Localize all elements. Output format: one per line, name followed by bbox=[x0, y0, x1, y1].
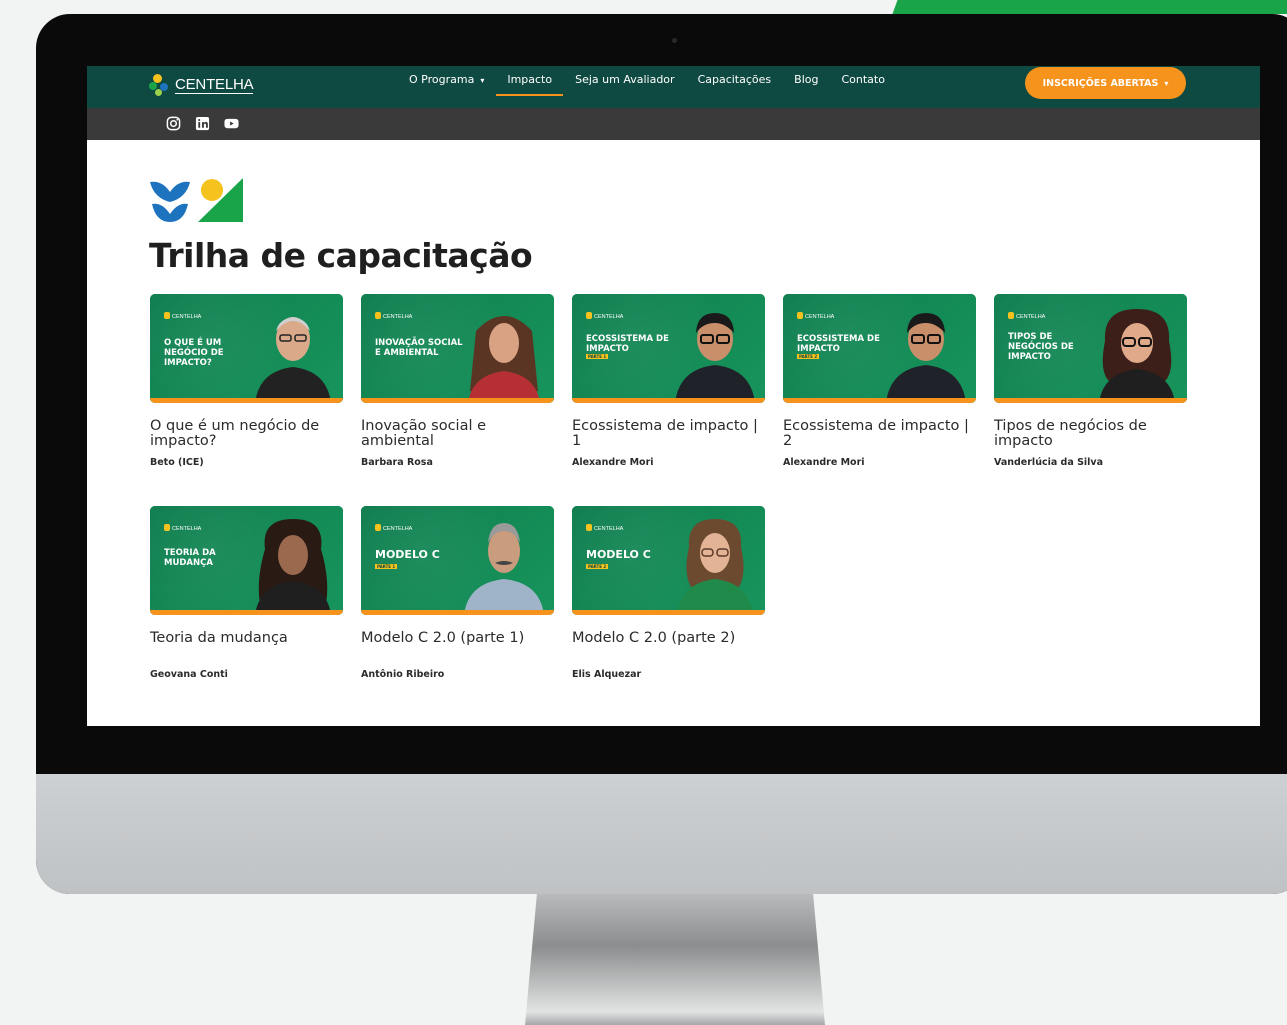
nav-item-capacitacoes[interactable]: Capacitações bbox=[698, 66, 772, 108]
brand-mark-icon bbox=[150, 178, 243, 222]
course-card[interactable]: CENTELHA MODELO C PARTE 1 Modelo C 2.0 (… bbox=[361, 506, 554, 680]
presenter-photo bbox=[886, 313, 966, 403]
course-thumbnail[interactable]: CENTELHA TEORIA DA MUDANÇA bbox=[150, 506, 343, 615]
centelha-logo-icon bbox=[149, 72, 171, 98]
course-title[interactable]: O que é um negócio de impacto? bbox=[150, 419, 343, 449]
course-title[interactable]: Teoria da mudança bbox=[150, 631, 343, 661]
course-thumbnail[interactable]: CENTELHA O QUE É UM NEGÓCIO DE IMPACTO? bbox=[150, 294, 343, 403]
monitor-chin bbox=[36, 774, 1287, 894]
thumbnail-logo: CENTELHA bbox=[586, 524, 623, 532]
presenter-photo bbox=[468, 316, 540, 403]
course-thumbnail[interactable]: CENTELHA MODELO C PARTE 2 bbox=[572, 506, 765, 615]
thumbnail-title: TIPOS DE NEGÓCIOS DE IMPACTO bbox=[1008, 332, 1074, 362]
course-thumbnail[interactable]: CENTELHA MODELO C PARTE 1 bbox=[361, 506, 554, 615]
course-title[interactable]: Modelo C 2.0 (parte 2) bbox=[572, 631, 765, 661]
camera-dot bbox=[672, 38, 677, 43]
presenter-photo bbox=[255, 317, 331, 403]
course-thumbnail[interactable]: CENTELHA ECOSSISTEMA DE IMPACTO PARTE 1 bbox=[572, 294, 765, 403]
nav-item-seja-um-avaliador[interactable]: Seja um Avaliador bbox=[575, 66, 674, 108]
thumbnail-logo: CENTELHA bbox=[375, 312, 412, 320]
thumbnail-title: MODELO C bbox=[375, 548, 440, 561]
website-screen: CENTELHA O Programa ▾ Impacto Seja um Ava… bbox=[87, 66, 1260, 726]
course-card[interactable]: CENTELHA ECOSSISTEMA DE IMPACTO PARTE 1 … bbox=[572, 294, 765, 468]
thumbnail-title: INOVAÇÃO SOCIAL E AMBIENTAL bbox=[375, 338, 463, 358]
presenter-photo bbox=[677, 519, 753, 615]
thumbnail-title: ECOSSISTEMA DE IMPACTO bbox=[797, 334, 880, 354]
thumbnail-title: O QUE É UM NEGÓCIO DE IMPACTO? bbox=[164, 338, 224, 368]
thumbnail-logo: CENTELHA bbox=[164, 524, 201, 532]
thumbnail-title: ECOSSISTEMA DE IMPACTO bbox=[586, 334, 669, 354]
thumbnail-title: MODELO C bbox=[586, 548, 651, 561]
page-title: Trilha de capacitação bbox=[149, 236, 533, 275]
course-title[interactable]: Ecossistema de impacto | 2 bbox=[783, 419, 976, 449]
course-card[interactable]: CENTELHA ECOSSISTEMA DE IMPACTO PARTE 2 … bbox=[783, 294, 976, 468]
thumbnail-logo: CENTELHA bbox=[164, 312, 201, 320]
thumbnail-title: TEORIA DA MUDANÇA bbox=[164, 548, 216, 568]
nav-item-impacto[interactable]: Impacto bbox=[496, 66, 563, 108]
course-card[interactable]: CENTELHA TIPOS DE NEGÓCIOS DE IMPACTO Ti… bbox=[994, 294, 1187, 468]
presenter-photo bbox=[1099, 309, 1175, 403]
presenter-photo bbox=[255, 519, 331, 615]
course-author: Elis Alquezar bbox=[572, 669, 642, 680]
instagram-icon[interactable] bbox=[165, 116, 182, 131]
nav-item-blog[interactable]: Blog bbox=[794, 66, 818, 108]
centelha-logo-text: CENTELHA bbox=[175, 75, 254, 94]
nav-item-contato[interactable]: Contato bbox=[841, 66, 884, 108]
social-bar bbox=[87, 108, 1260, 140]
thumbnail-part-tag: PARTE 2 bbox=[797, 354, 820, 359]
chevron-down-icon: ▾ bbox=[480, 76, 485, 85]
thumbnail-logo: CENTELHA bbox=[1008, 312, 1045, 320]
course-author: Vanderlúcia da Silva bbox=[994, 457, 1104, 468]
thumbnail-logo: CENTELHA bbox=[586, 312, 623, 320]
presenter-photo bbox=[675, 313, 755, 403]
course-card[interactable]: CENTELHA O QUE É UM NEGÓCIO DE IMPACTO? … bbox=[150, 294, 343, 468]
course-title[interactable]: Tipos de negócios de impacto bbox=[994, 419, 1187, 449]
monitor-stand bbox=[525, 893, 825, 1025]
cta-label: INSCRIÇÕES ABERTAS bbox=[1042, 77, 1159, 89]
youtube-icon[interactable] bbox=[223, 116, 240, 131]
thumbnail-part-tag: PARTE 2 bbox=[586, 564, 609, 569]
monitor-frame: CENTELHA O Programa ▾ Impacto Seja um Ava… bbox=[36, 14, 1287, 894]
course-author: Beto (ICE) bbox=[150, 457, 204, 468]
thumbnail-logo: CENTELHA bbox=[797, 312, 834, 320]
thumbnail-part-tag: PARTE 1 bbox=[375, 564, 398, 569]
inscricoes-abertas-button[interactable]: INSCRIÇÕES ABERTAS ▾ bbox=[1025, 67, 1186, 99]
course-author: Barbara Rosa bbox=[361, 457, 433, 468]
centelha-logo[interactable]: CENTELHA bbox=[149, 72, 254, 98]
presenter-photo bbox=[464, 523, 544, 615]
thumbnail-logo: CENTELHA bbox=[375, 524, 412, 532]
main-nav: O Programa ▾ Impacto Seja um Avaliador Ca… bbox=[409, 66, 908, 108]
linkedin-icon[interactable] bbox=[194, 116, 211, 131]
course-thumbnail[interactable]: CENTELHA ECOSSISTEMA DE IMPACTO PARTE 2 bbox=[783, 294, 976, 403]
nav-item-label: O Programa bbox=[409, 73, 475, 86]
thumbnail-part-tag: PARTE 1 bbox=[586, 354, 609, 359]
course-thumbnail[interactable]: CENTELHA INOVAÇÃO SOCIAL E AMBIENTAL bbox=[361, 294, 554, 403]
course-card[interactable]: CENTELHA TEORIA DA MUDANÇA Teoria da mud… bbox=[150, 506, 343, 680]
course-author: Antônio Ribeiro bbox=[361, 669, 445, 680]
course-author: Alexandre Mori bbox=[572, 457, 654, 468]
course-title[interactable]: Modelo C 2.0 (parte 1) bbox=[361, 631, 554, 661]
course-author: Alexandre Mori bbox=[783, 457, 865, 468]
course-card[interactable]: CENTELHA INOVAÇÃO SOCIAL E AMBIENTAL Ino… bbox=[361, 294, 554, 468]
top-navbar: CENTELHA O Programa ▾ Impacto Seja um Ava… bbox=[87, 66, 1260, 108]
nav-item-o-programa[interactable]: O Programa ▾ bbox=[409, 66, 484, 108]
course-title[interactable]: Ecossistema de impacto | 1 bbox=[572, 419, 765, 449]
course-thumbnail[interactable]: CENTELHA TIPOS DE NEGÓCIOS DE IMPACTO bbox=[994, 294, 1187, 403]
course-card[interactable]: CENTELHA MODELO C PARTE 2 Modelo C 2.0 (… bbox=[572, 506, 765, 680]
course-author: Geovana Conti bbox=[150, 669, 228, 680]
course-title[interactable]: Inovação social e ambiental bbox=[361, 419, 554, 449]
social-links bbox=[165, 116, 240, 131]
background-green-stripe bbox=[892, 0, 1287, 14]
chevron-down-icon: ▾ bbox=[1164, 78, 1169, 88]
